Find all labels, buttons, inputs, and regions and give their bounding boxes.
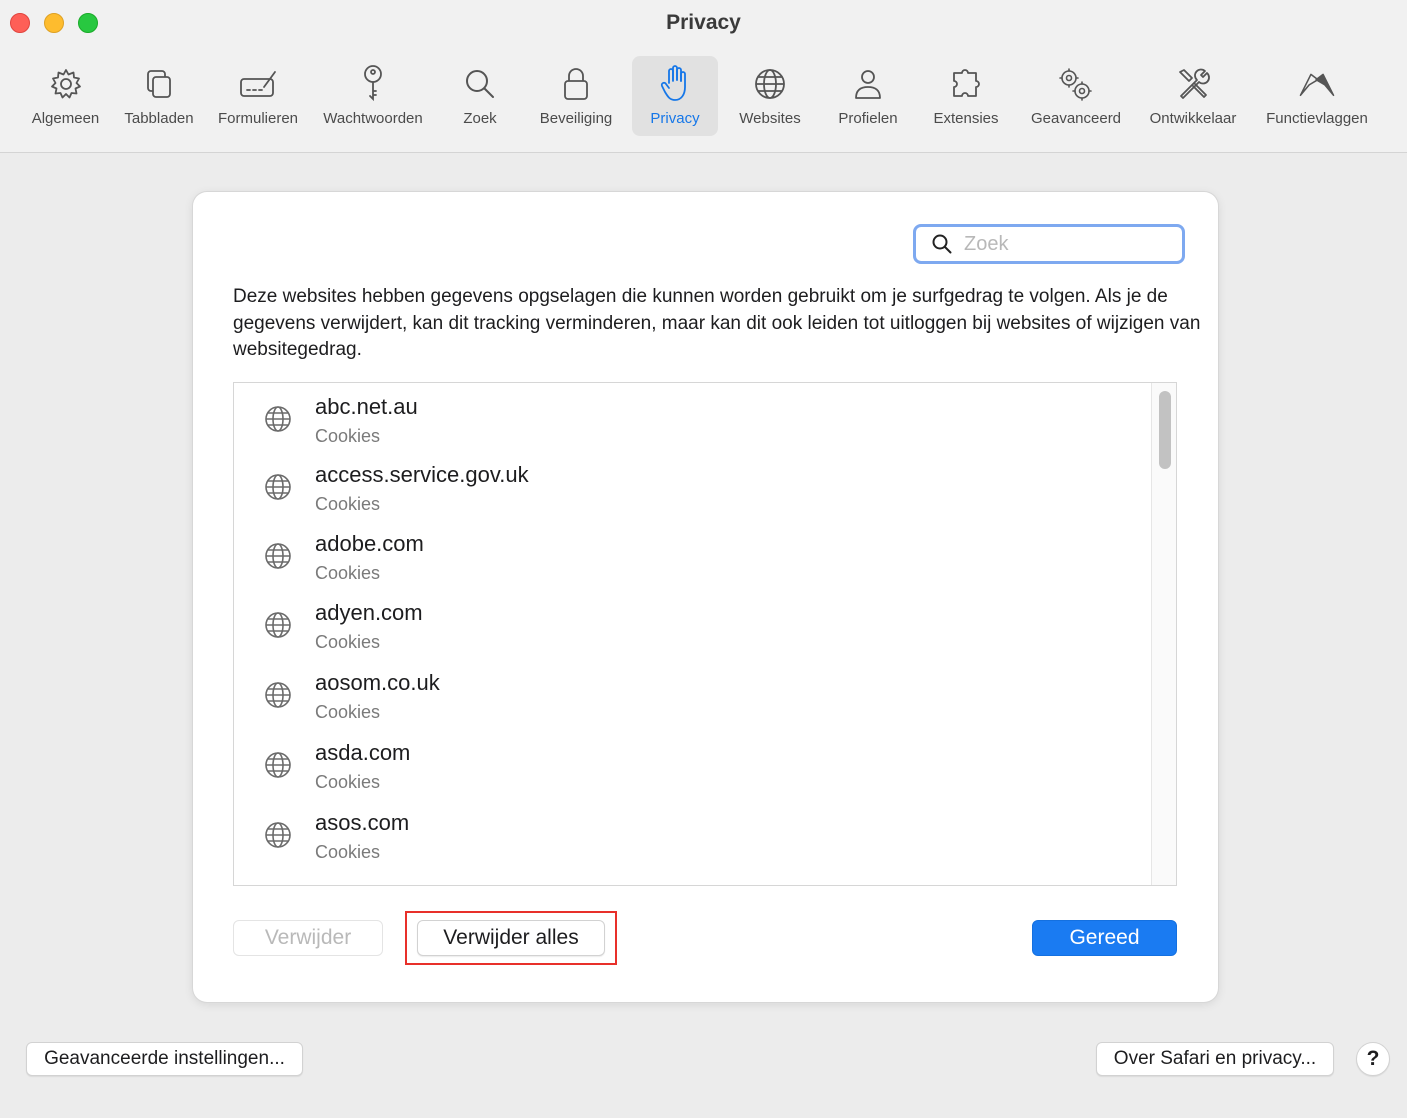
- tab-wachtwoorden[interactable]: Wachtwoorden: [316, 56, 430, 136]
- gear-icon: [46, 64, 86, 104]
- globe-icon: [265, 543, 291, 569]
- tab-extensies[interactable]: Extensies: [924, 56, 1008, 136]
- list-item[interactable]: aosom.co.uk Cookies: [234, 659, 1152, 725]
- tab-formulieren[interactable]: Formulieren: [212, 56, 304, 136]
- gears-icon: [1056, 64, 1096, 104]
- globe-icon: [265, 752, 291, 778]
- tools-icon: [1173, 64, 1213, 104]
- list-item[interactable]: adobe.com Cookies: [234, 520, 1152, 586]
- globe-icon: [265, 406, 291, 432]
- tab-profielen[interactable]: Profielen: [828, 56, 908, 136]
- safari-settings-window: Privacy Algemeen Tabbladen Formulieren W…: [0, 0, 1407, 1118]
- search-field[interactable]: [913, 224, 1185, 264]
- globe-icon: [265, 822, 291, 848]
- tab-privacy[interactable]: Privacy: [632, 56, 718, 136]
- remove-button[interactable]: Verwijder: [233, 920, 383, 956]
- tab-functievlaggen[interactable]: Functievlaggen: [1258, 56, 1376, 136]
- globe-icon: [265, 612, 291, 638]
- advanced-settings-button[interactable]: Geavanceerde instellingen...: [26, 1042, 303, 1076]
- list-item[interactable]: asos.com Cookies: [234, 799, 1152, 865]
- flags-icon: [1297, 64, 1337, 104]
- site-name: asos.com: [315, 810, 410, 835]
- list-scrollbar[interactable]: [1151, 383, 1176, 885]
- toolbar: Privacy Algemeen Tabbladen Formulieren W…: [0, 0, 1407, 153]
- about-safari-privacy-button[interactable]: Over Safari en privacy...: [1096, 1042, 1334, 1076]
- person-icon: [848, 64, 888, 104]
- hand-icon: [655, 64, 695, 104]
- data-kind: Cookies: [315, 426, 381, 446]
- data-kind: Cookies: [315, 632, 381, 652]
- list-item[interactable]: abc.net.au Cookies: [234, 383, 1152, 449]
- tab-geavanceerd[interactable]: Geavanceerd: [1024, 56, 1128, 136]
- search-icon: [932, 234, 952, 254]
- tab-zoek[interactable]: Zoek: [445, 56, 515, 136]
- globe-icon: [265, 682, 291, 708]
- search-input[interactable]: [962, 231, 1166, 257]
- scrollbar-thumb[interactable]: [1159, 391, 1171, 469]
- globe-icon: [265, 474, 291, 500]
- help-button[interactable]: ?: [1356, 1042, 1390, 1076]
- site-name: access.service.gov.uk: [315, 462, 529, 487]
- window-title: Privacy: [666, 11, 741, 34]
- tabs-icon: [139, 64, 179, 104]
- list-item[interactable]: access.service.gov.uk Cookies: [234, 451, 1152, 517]
- data-kind: Cookies: [315, 702, 381, 722]
- data-kind: Cookies: [315, 772, 381, 792]
- data-kind: Cookies: [315, 563, 381, 583]
- remove-all-button[interactable]: Verwijder alles: [417, 920, 605, 956]
- list-item[interactable]: adyen.com Cookies: [234, 589, 1152, 655]
- tab-algemeen[interactable]: Algemeen: [25, 56, 106, 136]
- site-name: abc.net.au: [315, 394, 418, 419]
- tab-beveiliging[interactable]: Beveiliging: [530, 56, 622, 136]
- done-button[interactable]: Gereed: [1032, 920, 1177, 956]
- tab-tabbladen[interactable]: Tabbladen: [118, 56, 200, 136]
- puzzle-icon: [946, 64, 986, 104]
- list-item[interactable]: asda.com Cookies: [234, 729, 1152, 795]
- site-name: adobe.com: [315, 531, 424, 556]
- website-list[interactable]: abc.net.au Cookies access.service.gov.uk…: [233, 382, 1177, 886]
- key-icon: [353, 64, 393, 104]
- site-name: aosom.co.uk: [315, 670, 440, 695]
- website-data-sheet: Deze websites hebben gegevens opgselagen…: [193, 192, 1218, 1002]
- tab-ontwikkelaar[interactable]: Ontwikkelaar: [1142, 56, 1244, 136]
- lock-icon: [556, 64, 596, 104]
- search-icon: [460, 64, 500, 104]
- tab-websites[interactable]: Websites: [730, 56, 810, 136]
- data-kind: Cookies: [315, 842, 381, 862]
- data-kind: Cookies: [315, 494, 381, 514]
- form-autofill-icon: [238, 64, 278, 104]
- description-text: Deze websites hebben gegevens opgselagen…: [233, 286, 1201, 360]
- site-name: adyen.com: [315, 600, 423, 625]
- globe-icon: [750, 64, 790, 104]
- site-name: asda.com: [315, 740, 411, 765]
